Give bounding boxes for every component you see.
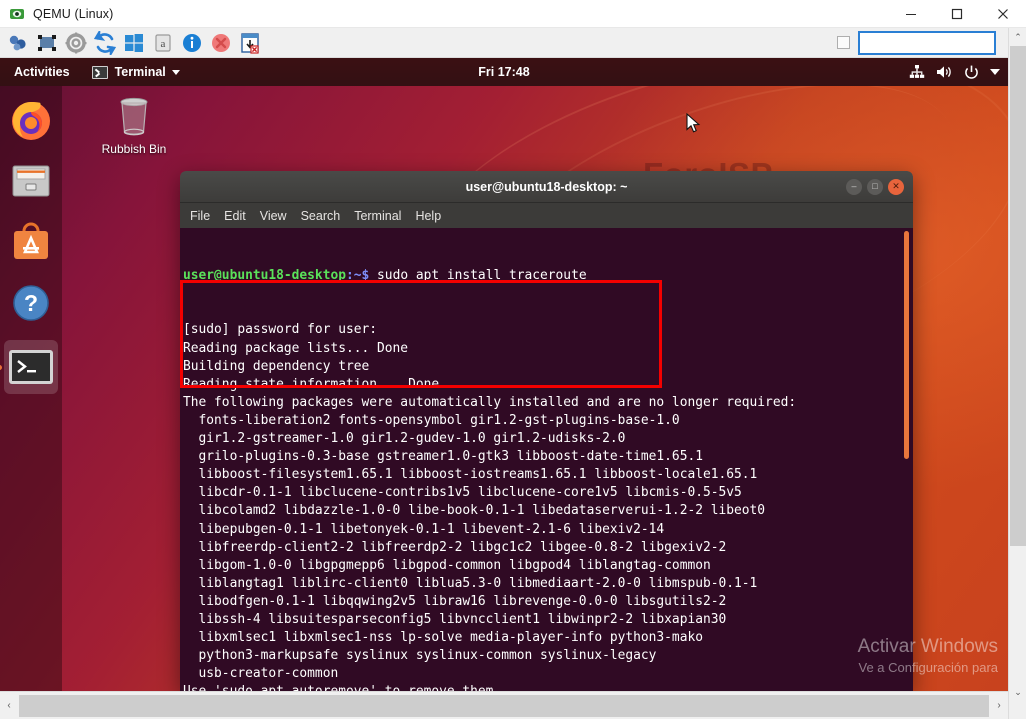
terminal-line: grilo-plugins-0.3-base gstreamer1.0-gtk3…: [183, 448, 913, 466]
app-root: QEMU (Linux): [0, 0, 1026, 719]
terminal-line: Reading package lists... Done: [183, 340, 913, 358]
qemu-window-title: QEMU (Linux): [33, 7, 113, 21]
terminal-line: libssh-4 libsuitesparseconfig5 libvnccli…: [183, 611, 913, 629]
chevron-down-icon[interactable]: [172, 70, 180, 75]
terminal-line: libodfgen-0.1-1 libqqwing2v5 libraw16 li…: [183, 593, 913, 611]
close-button[interactable]: [980, 0, 1026, 28]
menu-item-help[interactable]: Help: [415, 209, 441, 223]
terminal-line: Use 'sudo apt autoremove' to remove them…: [183, 683, 913, 691]
terminal-line: libxmlsec1 libxmlsec1-nss lp-solve media…: [183, 629, 913, 647]
terminal-menubar: File Edit View Search Terminal Help: [180, 203, 913, 228]
active-app-name[interactable]: Terminal: [115, 65, 166, 79]
dock-item-ubuntu-software[interactable]: [7, 218, 55, 266]
screenshot-icon[interactable]: a: [151, 31, 175, 55]
settings-gear-icon[interactable]: [64, 31, 88, 55]
qemu-titlebar: QEMU (Linux): [0, 0, 1026, 28]
toolbar-checkbox[interactable]: [837, 36, 850, 49]
scroll-right-button[interactable]: ›: [990, 693, 1008, 719]
power-icon[interactable]: [964, 65, 979, 80]
terminal-line: libcdr-0.1-1 libclucene-contribs1v5 libc…: [183, 484, 913, 502]
terminal-command-line: user@ubuntu18-desktop:~$ sudo apt instal…: [183, 267, 913, 285]
terminal-minimize-button[interactable]: –: [846, 179, 862, 195]
trash-icon: [114, 94, 154, 138]
info-icon[interactable]: [180, 31, 204, 55]
qemu-toolbar: a: [0, 28, 1026, 58]
fullscreen-icon[interactable]: [35, 31, 59, 55]
dock-item-files[interactable]: [7, 157, 55, 205]
scroll-left-button[interactable]: ‹: [0, 693, 18, 719]
terminal-line: libgom-1.0-0 libgpgmepp6 libgpod-common …: [183, 557, 913, 575]
terminal-line: libepubgen-0.1-1 libetonyek-0.1-1 libeve…: [183, 521, 913, 539]
mouse-cursor: [686, 113, 702, 140]
resize-grip[interactable]: [1009, 701, 1026, 719]
terminal-line: The following packages were automaticall…: [183, 394, 913, 412]
menu-item-edit[interactable]: Edit: [224, 209, 246, 223]
network-icon[interactable]: [909, 65, 925, 79]
desktop-icon-label: Rubbish Bin: [96, 142, 172, 156]
pause-resume-icon[interactable]: [6, 31, 30, 55]
terminal-output-lines: [sudo] password for user:Reading package…: [183, 321, 913, 691]
scroll-up-button[interactable]: ⌃: [1009, 28, 1026, 46]
save-state-icon[interactable]: [238, 31, 262, 55]
host-vertical-scrollbar[interactable]: ⌃ ⌄: [1008, 28, 1026, 719]
terminal-line: python3-markupsafe syslinux syslinux-com…: [183, 647, 913, 665]
menu-item-terminal[interactable]: Terminal: [354, 209, 401, 223]
system-menu-caret-icon[interactable]: [990, 69, 1000, 76]
minimize-button[interactable]: [888, 0, 934, 28]
volume-icon[interactable]: [936, 65, 953, 79]
terminal-titlebar[interactable]: user@ubuntu18-desktop: ~ – □ ✕: [180, 171, 913, 203]
qemu-icon: [9, 6, 25, 22]
terminal-window[interactable]: user@ubuntu18-desktop: ~ – □ ✕ File Edit…: [180, 171, 913, 691]
terminal-close-button[interactable]: ✕: [888, 179, 904, 195]
terminal-line: usb-creator-common: [183, 665, 913, 683]
terminal-icon: [92, 66, 108, 79]
terminal-line: liblangtag1 liblirc-client0 liblua5.3-0 …: [183, 575, 913, 593]
terminal-output: user@ubuntu18-desktop:~$ sudo apt instal…: [183, 231, 913, 691]
dock-item-terminal[interactable]: [4, 340, 58, 394]
power-off-icon[interactable]: [209, 31, 233, 55]
svg-text:?: ?: [24, 290, 38, 316]
terminal-line: gir1.2-gstreamer-1.0 gir1.2-gudev-1.0 gi…: [183, 430, 913, 448]
menu-item-file[interactable]: File: [190, 209, 210, 223]
reset-refresh-icon[interactable]: [93, 31, 117, 55]
running-indicator-dot: [0, 365, 2, 370]
scroll-down-button[interactable]: ⌄: [1009, 683, 1026, 701]
terminal-prompt-user: user@ubuntu18-desktop: [183, 268, 346, 283]
maximize-button[interactable]: [934, 0, 980, 28]
desktop-icon-rubbish-bin[interactable]: Rubbish Bin: [96, 94, 172, 156]
dock-item-firefox[interactable]: [7, 96, 55, 144]
terminal-body[interactable]: user@ubuntu18-desktop:~$ sudo apt instal…: [180, 228, 913, 691]
host-horizontal-scrollbar[interactable]: ‹ ›: [0, 691, 1008, 719]
svg-text:a: a: [161, 38, 166, 50]
terminal-window-controls: – □ ✕: [846, 179, 904, 195]
terminal-line: Building dependency tree: [183, 358, 913, 376]
qemu-window-controls: [888, 0, 1026, 28]
windows-send-key-icon[interactable]: [122, 31, 146, 55]
terminal-command: sudo apt install traceroute: [369, 268, 586, 283]
panel-tray: [909, 65, 1000, 80]
toolbar-text-input[interactable]: [858, 31, 996, 55]
vertical-scrollbar-thumb[interactable]: [1010, 46, 1026, 546]
terminal-line: [sudo] password for user:: [183, 321, 913, 339]
terminal-scrollbar-thumb[interactable]: [904, 231, 909, 459]
horizontal-scrollbar-thumb[interactable]: [19, 695, 989, 717]
terminal-maximize-button[interactable]: □: [867, 179, 883, 195]
terminal-prompt-path: :~$: [346, 268, 369, 283]
ubuntu-top-panel: Activities Terminal Fri 17:48: [0, 58, 1008, 86]
terminal-line: libfreerdp-client2-2 libfreerdp2-2 libgc…: [183, 539, 913, 557]
menu-item-view[interactable]: View: [260, 209, 287, 223]
vm-viewport[interactable]: Activities Terminal Fri 17:48: [0, 58, 1008, 691]
terminal-title: user@ubuntu18-desktop: ~: [466, 180, 628, 194]
terminal-line: fonts-liberation2 fonts-opensymbol gir1.…: [183, 412, 913, 430]
dock-item-help[interactable]: ?: [7, 279, 55, 327]
menu-item-search[interactable]: Search: [301, 209, 341, 223]
ubuntu-dock: ?: [0, 86, 62, 691]
terminal-line: libcolamd2 libdazzle-1.0-0 libe-book-0.1…: [183, 502, 913, 520]
terminal-line: Reading state information... Done: [183, 376, 913, 394]
activities-button[interactable]: Activities: [14, 65, 70, 79]
terminal-line: libboost-filesystem1.65.1 libboost-iostr…: [183, 466, 913, 484]
